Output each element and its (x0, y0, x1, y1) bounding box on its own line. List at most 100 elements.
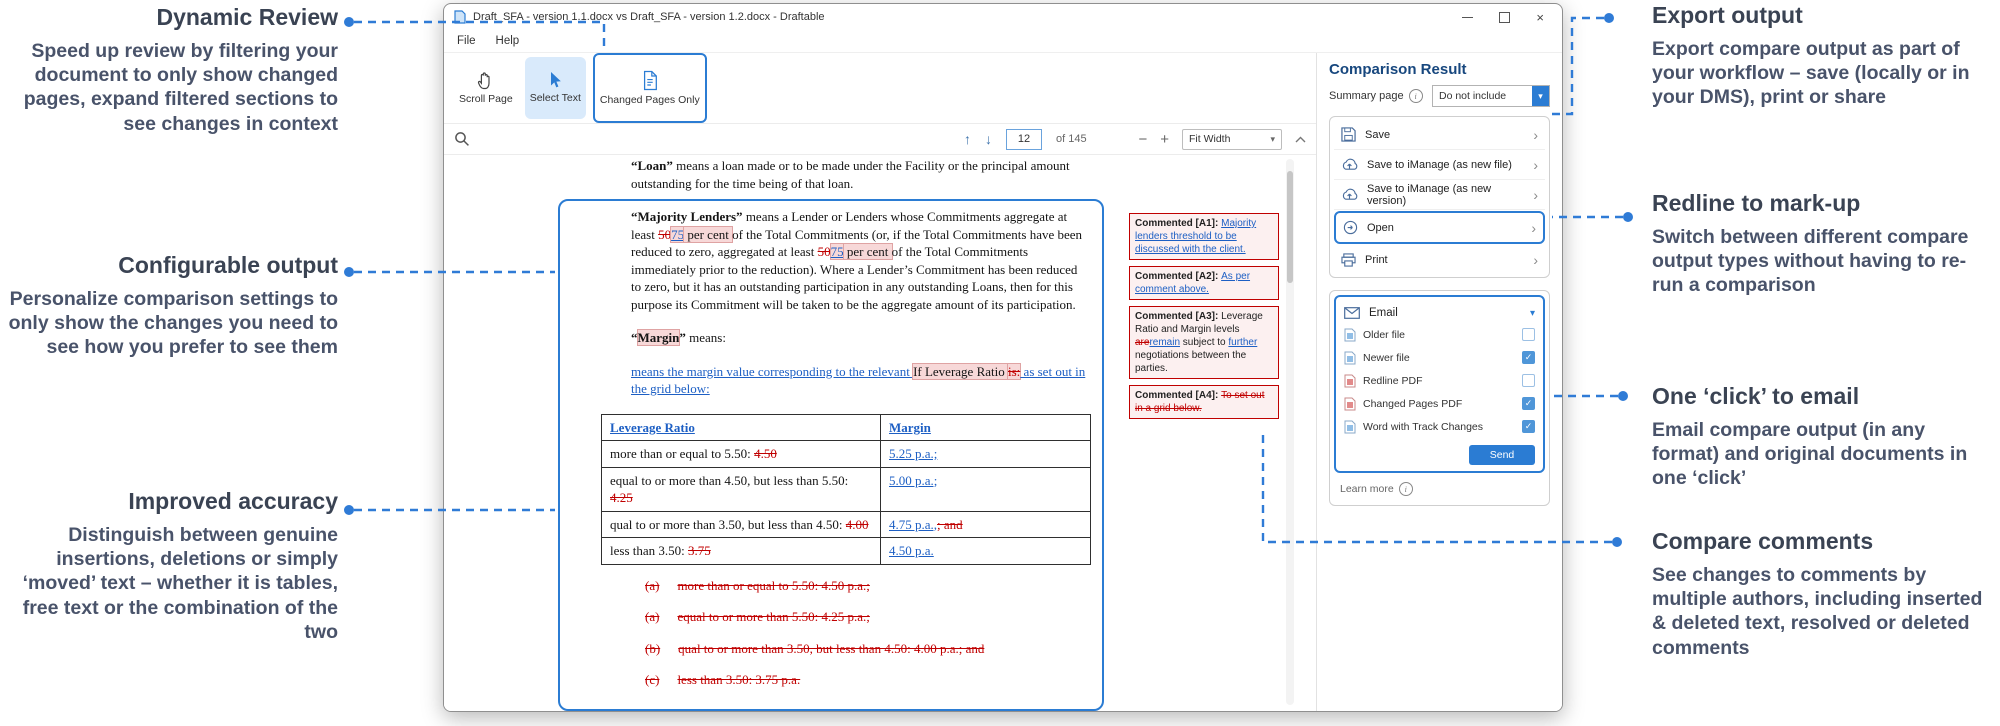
select-text-label: Select Text (530, 93, 581, 105)
annotation-body: Email compare output (in any format) and… (1652, 418, 1994, 491)
annotation-title: One ‘click’ to email (1652, 383, 1994, 410)
annotation-body: Personalize comparison settings to only … (6, 287, 338, 360)
chevron-down-icon: ▾ (1270, 134, 1275, 145)
document-scrollbar[interactable] (1286, 159, 1294, 705)
summary-page-label: Summary page (1329, 90, 1404, 102)
email-item-newer-file[interactable]: Newer file (1344, 346, 1535, 369)
send-button[interactable]: Send (1469, 445, 1535, 465)
annotation-title: Dynamic Review (6, 4, 338, 31)
app-window: Draft_SFA - version 1.1.docx vs Draft_SF… (443, 3, 1563, 712)
email-item-word-track-changes[interactable]: Word with Track Changes (1344, 415, 1535, 438)
zoom-out-button[interactable]: − (1138, 131, 1147, 148)
export-actions-box: Save › Save to iManage (as new file) › (1329, 116, 1550, 278)
search-icon[interactable] (454, 131, 470, 147)
comment-a1[interactable]: Commented [A1]: Majority lenders thresho… (1129, 213, 1279, 260)
email-item-changed-pages-pdf[interactable]: Changed Pages PDF (1344, 392, 1535, 415)
paragraph-majority: “Majority Lenders” means a Lender or Len… (631, 208, 1087, 313)
comments-column: Commented [A1]: Majority lenders thresho… (1129, 213, 1279, 419)
previous-change-icon[interactable]: ↑ (964, 131, 971, 147)
menu-help[interactable]: Help (496, 35, 520, 47)
changed-pages-only-label: Changed Pages Only (600, 95, 700, 107)
minimize-button[interactable] (1462, 17, 1473, 18)
annotation-body: Switch between different compare output … (1652, 225, 1994, 298)
summary-page-row: Summary page i Do not include ▾ (1329, 86, 1550, 106)
chevron-right-icon: › (1533, 157, 1538, 173)
email-label: Email (1369, 307, 1398, 319)
learn-more-link[interactable]: Learn more i (1334, 473, 1545, 501)
table-row: more than or equal to 5.50: 4.50 5.25 p.… (602, 441, 1091, 468)
annotation-title: Improved accuracy (6, 488, 338, 515)
file-icon (1344, 328, 1356, 342)
page-navigation: ↑ ↓ of 145 (964, 129, 1087, 150)
next-change-icon[interactable]: ↓ (985, 131, 992, 147)
annotation-title: Export output (1652, 2, 1994, 29)
annotation-title: Redline to mark-up (1652, 190, 1994, 217)
select-text-button[interactable]: Select Text (525, 57, 586, 119)
scrollbar-thumb[interactable] (1287, 171, 1293, 283)
page-number-input[interactable] (1006, 129, 1042, 150)
collapse-toolbar-icon[interactable] (1295, 136, 1306, 143)
email-item-older-file[interactable]: Older file (1344, 323, 1535, 346)
maximize-button[interactable] (1499, 12, 1510, 23)
deleted-line: (a) equal to or more than 5.50: 4.25 p.a… (631, 608, 1087, 626)
page-total-label: of 145 (1056, 133, 1087, 145)
open-button[interactable]: Open › (1334, 211, 1545, 244)
annotation-compare-comments: Compare comments See changes to comments… (1652, 528, 1994, 660)
email-header[interactable]: Email ▾ (1344, 303, 1535, 323)
envelope-icon (1344, 307, 1360, 319)
changed-page-icon (641, 70, 659, 91)
connector-redline-markup (1552, 212, 1633, 222)
menu-file[interactable]: File (457, 35, 476, 47)
zoom-mode-select[interactable]: Fit Width ▾ (1182, 129, 1282, 150)
scroll-page-label: Scroll Page (459, 94, 513, 106)
email-section: Email ▾ Older file Newer file (1334, 295, 1545, 473)
zoom-in-button[interactable]: + (1160, 131, 1169, 148)
checkbox[interactable] (1522, 351, 1535, 364)
checkbox[interactable] (1522, 374, 1535, 387)
table-header-row: Leverage Ratio Margin (602, 414, 1091, 441)
annotation-body: Distinguish between genuine insertions, … (6, 523, 338, 644)
open-icon (1343, 220, 1358, 235)
document-viewport[interactable]: “Loan” means a loan made or to be made u… (444, 155, 1316, 712)
table-header-margin: Margin (881, 414, 1091, 441)
annotation-body: See changes to comments by multiple auth… (1652, 563, 1994, 660)
chevron-right-icon: › (1533, 252, 1538, 268)
close-button[interactable]: × (1536, 11, 1544, 24)
annotation-body: Export compare output as part of your wo… (1652, 37, 1994, 110)
margin-table: Leverage Ratio Margin more than or equal… (601, 414, 1091, 565)
checkbox[interactable] (1522, 328, 1535, 341)
deleted-line: (c) less than 3.50: 3.75 p.a. (631, 671, 1087, 689)
save-button[interactable]: Save › (1334, 120, 1545, 150)
annotation-title: Compare comments (1652, 528, 1994, 555)
cloud-upload-icon (1341, 158, 1358, 171)
comment-a4[interactable]: Commented [A4]: To set out in a grid bel… (1129, 385, 1279, 419)
deleted-line: (b) qual to or more than 3.50, but less … (631, 640, 1087, 658)
chevron-down-icon: ▾ (1532, 86, 1549, 106)
page-canvas: Dynamic Review Speed up review by filter… (0, 0, 2000, 726)
file-icon (1344, 351, 1356, 365)
annotation-export-output: Export output Export compare output as p… (1652, 2, 1994, 110)
summary-page-select[interactable]: Do not include ▾ (1432, 85, 1550, 107)
title-bar[interactable]: Draft_SFA - version 1.1.docx vs Draft_SF… (444, 4, 1562, 30)
menu-bar: File Help (444, 30, 1562, 53)
table-row: qual to or more than 3.50, but less than… (602, 511, 1091, 538)
chevron-right-icon: › (1533, 127, 1538, 143)
info-icon: i (1409, 89, 1423, 103)
scroll-page-button[interactable]: Scroll Page (454, 57, 518, 119)
changed-pages-only-button[interactable]: Changed Pages Only (593, 53, 707, 123)
checkbox[interactable] (1522, 397, 1535, 410)
annotation-configurable-output: Configurable output Personalize comparis… (6, 252, 338, 360)
print-button[interactable]: Print › (1334, 245, 1545, 274)
table-header-leverage: Leverage Ratio (602, 414, 881, 441)
chevron-right-icon: › (1533, 187, 1538, 203)
chevron-down-icon: ▾ (1530, 308, 1535, 319)
save-imanage-new-file-button[interactable]: Save to iManage (as new file) › (1334, 150, 1545, 180)
email-item-redline-pdf[interactable]: Redline PDF (1344, 369, 1535, 392)
save-imanage-new-version-button[interactable]: Save to iManage (as new version) › (1334, 180, 1545, 210)
checkbox[interactable] (1522, 420, 1535, 433)
panel-title: Comparison Result (1329, 61, 1550, 78)
comment-a3[interactable]: Commented [A3]: Leverage Ratio and Margi… (1129, 306, 1279, 379)
table-row: equal to or more than 4.50, but less tha… (602, 467, 1091, 511)
chevron-right-icon: › (1531, 220, 1536, 236)
comment-a2[interactable]: Commented [A2]: As per comment above. (1129, 266, 1279, 300)
